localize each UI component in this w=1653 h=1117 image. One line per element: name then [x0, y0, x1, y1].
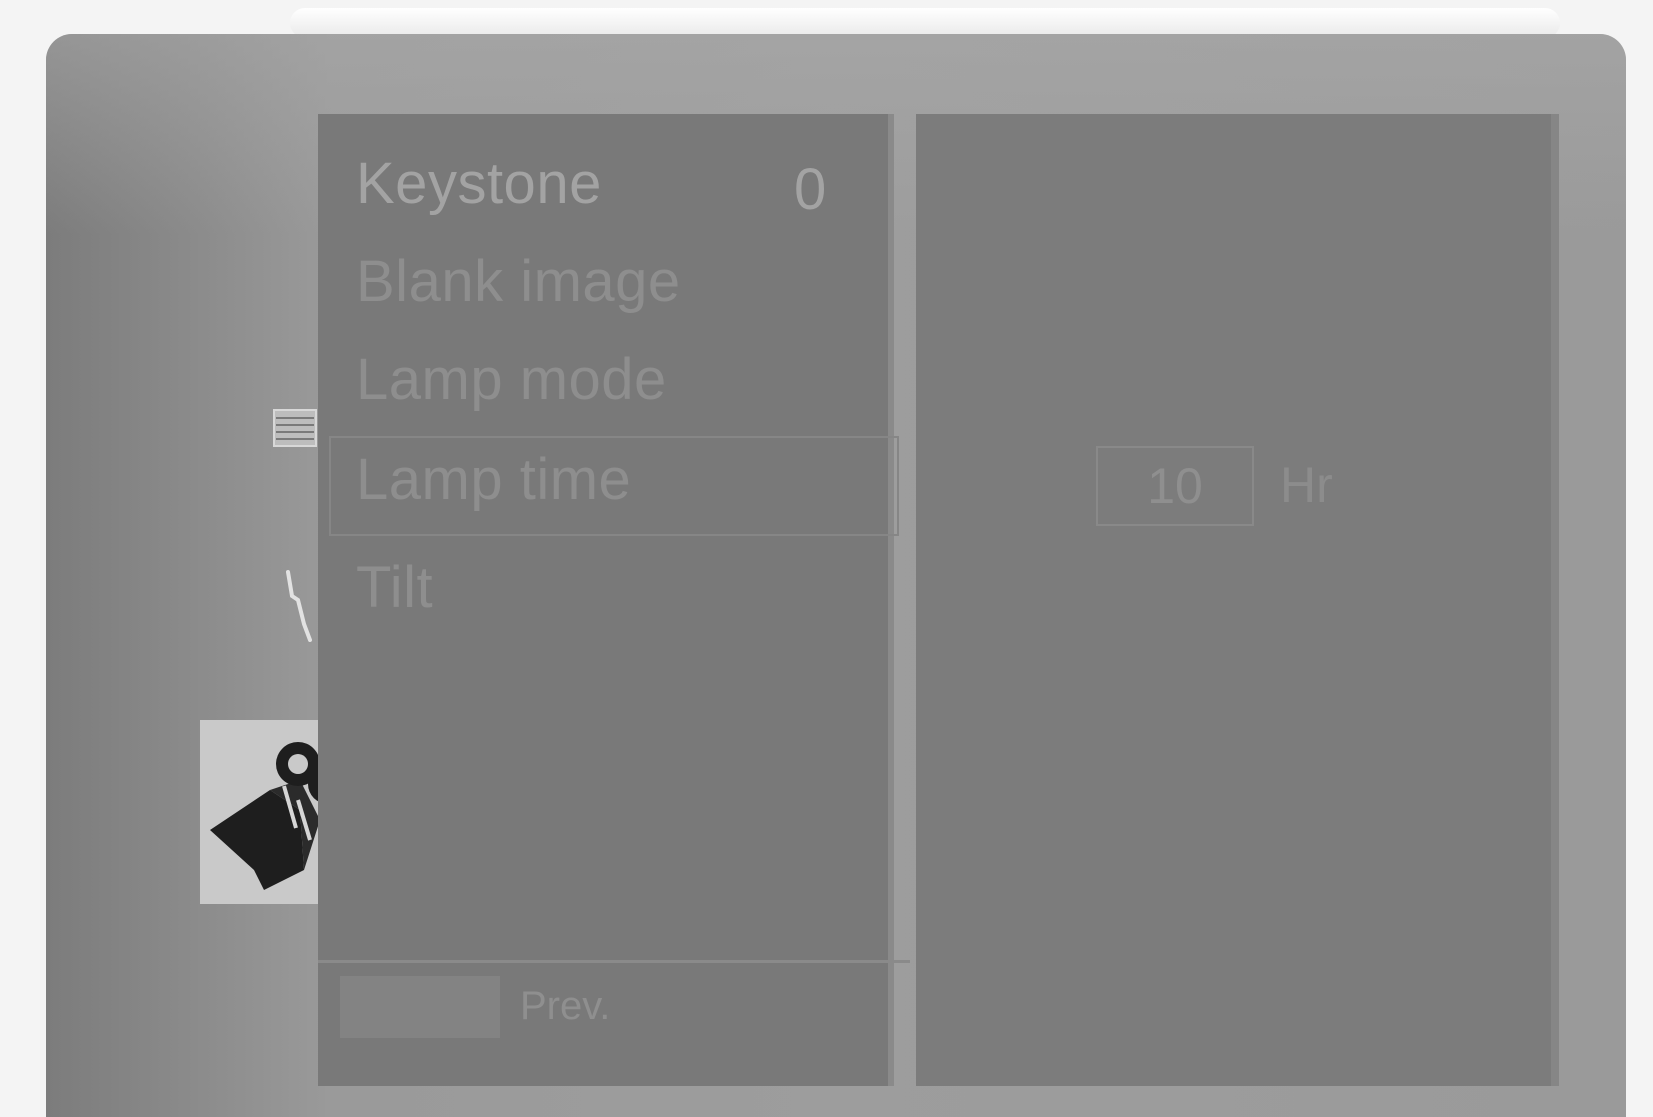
prev-button[interactable] — [340, 976, 500, 1038]
menu-item-keystone[interactable]: Keystone — [356, 150, 602, 217]
menu-detail-panel — [916, 114, 1556, 1086]
menu-item-tilt[interactable]: Tilt — [356, 554, 433, 621]
audio-menu-icon[interactable] — [284, 570, 314, 642]
picture-menu-icon[interactable] — [272, 408, 318, 448]
prev-label: Prev. — [520, 984, 611, 1028]
osd-screen: Keystone 0 Blank image Lamp mode Lamp ti… — [0, 0, 1653, 1117]
lamp-time-value: 10 — [1096, 446, 1254, 526]
lamp-time-unit: Hr — [1280, 457, 1333, 513]
menu-item-lamp-time[interactable]: Lamp time — [356, 446, 631, 513]
footer-divider — [318, 960, 910, 963]
osd-frame — [46, 34, 1626, 1117]
keystone-value: 0 — [794, 157, 827, 222]
panel-edge — [1551, 114, 1559, 1086]
menu-item-lamp-mode[interactable]: Lamp mode — [356, 346, 667, 413]
menu-item-blank-image[interactable]: Blank image — [356, 248, 681, 315]
